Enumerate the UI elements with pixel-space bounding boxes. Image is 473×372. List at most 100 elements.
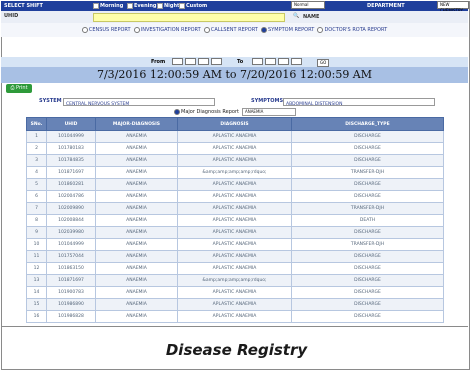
uhid-row: UHID 🔍 NAME [1,11,468,23]
custom-checkbox[interactable] [179,2,185,9]
table-cell-sno: 6 [26,190,47,203]
from-date-selects[interactable] [171,57,223,67]
table-cell-dtype: DISCHARGE [291,310,444,323]
table-cell-diag: APLASTIC ANAEMIA [177,214,292,227]
table-cell-uhid: 102039980 [46,226,96,239]
table-cell-mdiag: ANAEMIA [95,202,178,215]
table-row: 1 101044999 ANAEMIA APLASTIC ANAEMIA DISCHAR… [26,130,444,143]
table-row: 6 102004786 ANAEMIA APLASTIC ANAEMIA DISCHAR… [26,190,444,203]
table-cell-mdiag: ANAEMIA [95,274,178,287]
table-cell-uhid: 101871697 [46,166,96,179]
table-cell-mdiag: ANAEMIA [95,298,178,311]
from-day-select[interactable] [172,58,183,65]
report-symptom[interactable]: SYMPTOM REPORT [261,26,314,33]
report-investigation[interactable]: INVESTIGATION REPORT [133,26,201,33]
table-row: 5 101860281 ANAEMIA APLASTIC ANAEMIA DISCHAR… [26,178,444,191]
table-cell-dtype: DISCHARGE [291,250,444,263]
doctors-rota-radio[interactable] [317,26,324,33]
table-row: 16 101986828 ANAEMIA APLASTIC ANAEMIA DISCHA… [26,310,444,323]
table-cell-dtype: TRANSFER-DJH [291,238,444,251]
table-cell-uhid: 102008844 [46,214,96,227]
table-cell-mdiag: ANAEMIA [95,238,178,251]
table-cell-diag: APLASTIC ANAEMIA [177,190,292,203]
table-row: 12 101863150 ANAEMIA APLASTIC ANAEMIA DISCHA… [26,262,444,275]
table-cell-mdiag: ANAEMIA [95,286,178,299]
table-cell-sno: 7 [26,202,47,215]
diagnosis-select[interactable]: ANAEMIA [241,107,296,116]
to-month-select[interactable] [265,58,276,65]
to-hour-select[interactable] [291,58,302,65]
table-cell-mdiag: ANAEMIA [95,190,178,203]
night-label: Night [164,3,180,9]
major-diagnosis-radio[interactable] [174,108,181,115]
to-day-select[interactable] [252,58,263,65]
print-icon: ⎙ [10,85,15,91]
report-doctors-rota[interactable]: DOCTOR'S ROTA REPORT [317,26,387,33]
evening-label: Evening [134,3,157,9]
col-diagnosis: DIAGNOSIS [177,117,292,131]
report-callsent[interactable]: CALLSENT REPORT [203,26,258,33]
table-cell-mdiag: ANAEMIA [95,166,178,179]
print-label: Print [16,85,28,91]
table-cell-dtype: DISCHARGE [291,130,444,143]
table-cell-dtype: TRANSFER-DJH [291,166,444,179]
shift-custom[interactable]: Custom [179,1,207,11]
symptom-radio[interactable] [261,26,268,33]
caption: Disease Registry [165,341,308,359]
table-cell-mdiag: ANAEMIA [95,142,178,155]
table-row: 4 101871697 ANAEMIA &amp;amp;amp;amp;rdquo;… [26,166,444,179]
table-cell-dtype: DISCHARGE [291,142,444,155]
table-cell-dtype: DISCHARGE [291,262,444,275]
go-button[interactable]: GO [317,59,330,67]
to-year-select[interactable] [278,58,289,65]
table-row: 7 102009890 ANAEMIA APLASTIC ANAEMIA TRANSFE… [26,202,444,215]
table-cell-sno: 13 [26,274,47,287]
table-cell-uhid: 101900783 [46,286,96,299]
night-checkbox[interactable] [157,2,163,9]
from-month-select[interactable] [185,58,196,65]
uhid-input[interactable] [93,13,285,22]
shift-morning[interactable]: Morning [93,1,123,11]
table-cell-dtype: DISCHARGE [291,190,444,203]
table-cell-dtype: DISCHARGE [291,286,444,299]
search-icon[interactable]: 🔍 [293,13,299,19]
table-cell-sno: 1 [26,130,47,143]
table-cell-diag: APLASTIC ANAEMIA [177,202,292,215]
shift-evening[interactable]: Evening [127,1,156,11]
table-cell-sno: 16 [26,310,47,323]
table-cell-dtype: DEATH [291,214,444,227]
table-cell-diag: APLASTIC ANAEMIA [177,298,292,311]
report-census[interactable]: CENSUS REPORT [81,26,131,33]
table-cell-diag: APLASTIC ANAEMIA [177,238,292,251]
investigation-radio[interactable] [133,26,140,33]
print-button[interactable]: ⎙ Print [6,84,32,93]
symptoms-select[interactable]: ABDOMINAL DISTENSION [283,98,435,107]
report-table: SNo. UHID MAJOR-DIAGNOSIS DIAGNOSIS DISC… [26,117,444,323]
callsent-radio[interactable] [203,26,210,33]
table-cell-diag: APLASTIC ANAEMIA [177,178,292,191]
table-cell-sno: 14 [26,286,47,299]
table-row: 2 101780183 ANAEMIA APLASTIC ANAEMIA DISCHAR… [26,142,444,155]
table-cell-sno: 10 [26,238,47,251]
from-year-select[interactable] [198,58,209,65]
table-cell-uhid: 101784835 [46,154,96,167]
to-date-selects[interactable] [251,57,303,67]
department-select[interactable]: NEW CHEMISTRY [437,1,469,13]
shift-night[interactable]: Night [157,1,179,11]
table-row: 10 101044999 ANAEMIA APLASTIC ANAEMIA TRANSF… [26,238,444,251]
table-row: 15 101986890 ANAEMIA APLASTIC ANAEMIA DISCHA… [26,298,444,311]
table-row: 14 101900783 ANAEMIA APLASTIC ANAEMIA DISCHA… [26,286,444,299]
system-select[interactable]: CENTRAL NERVOUS SYSTEM [63,98,215,107]
table-cell-dtype: TRANSFER-DJH [291,202,444,215]
table-cell-sno: 9 [26,226,47,239]
shift-select[interactable]: Normal [291,1,325,9]
table-cell-diag: APLASTIC ANAEMIA [177,262,292,275]
name-label: NAME [303,14,320,20]
table-cell-diag: APLASTIC ANAEMIA [177,154,292,167]
census-radio[interactable] [81,26,88,33]
morning-checkbox[interactable] [93,2,99,9]
from-hour-select[interactable] [211,58,222,65]
table-row: 8 102008844 ANAEMIA APLASTIC ANAEMIA DEATH [26,214,444,227]
table-cell-sno: 11 [26,250,47,263]
evening-checkbox[interactable] [127,2,133,9]
